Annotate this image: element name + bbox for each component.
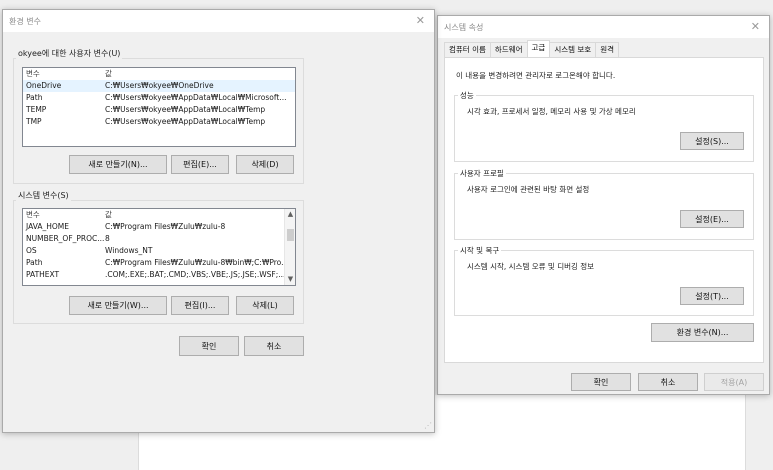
user-edit-button[interactable]: 편집(E)... — [171, 155, 229, 174]
close-icon[interactable]: ✕ — [751, 20, 760, 33]
user-profile-label: 사용자 프로필 — [458, 168, 506, 179]
variable-name: PATHEXT — [26, 270, 60, 279]
variable-value: .COM;.EXE;.BAT;.CMD;.VBS;.VBE;.JS;.JSE;.… — [105, 270, 286, 279]
environment-variables-window: 환경 변수 ✕ okyee에 대한 사용자 변수(U) 변수 값 OneDriv… — [2, 9, 435, 433]
system-variables-label: 시스템 변수(S) — [16, 190, 71, 201]
apply-button[interactable]: 적용(A) — [704, 373, 764, 391]
user-delete-button[interactable]: 삭제(D) — [236, 155, 294, 174]
table-row[interactable]: OneDrive C:₩Users₩okyee₩OneDrive — [23, 80, 295, 92]
variable-name: OneDrive — [26, 81, 62, 90]
system-variables-list[interactable]: 변수 값 JAVA_HOME C:₩Program Files₩Zulu₩zul… — [22, 208, 296, 286]
user-profile-settings-button[interactable]: 설정(E)... — [680, 210, 744, 228]
table-row[interactable]: NUMBER_OF_PROC... 8 — [23, 233, 295, 245]
startup-recovery-label: 시작 및 복구 — [458, 245, 502, 256]
variable-name: TEMP — [26, 105, 47, 114]
scrollbar-thumb[interactable] — [287, 229, 294, 241]
environment-variables-button[interactable]: 환경 변수(N)... — [651, 323, 754, 342]
ok-button[interactable]: 확인 — [571, 373, 631, 391]
tab-remote[interactable]: 원격 — [595, 42, 620, 57]
column-header-variable[interactable]: 변수 — [23, 68, 105, 80]
advanced-tab-pane: 이 내용을 변경하려면 관리자로 로그온해야 합니다. 성능 시각 효과, 프로… — [444, 57, 764, 363]
startup-recovery-settings-button[interactable]: 설정(T)... — [680, 287, 744, 305]
variable-value: C:₩Users₩okyee₩AppData₩Local₩Microsoft..… — [105, 93, 287, 102]
variable-value: 8 — [105, 234, 110, 243]
system-delete-button[interactable]: 삭제(L) — [236, 296, 294, 315]
vertical-scrollbar[interactable]: ▲ ▼ — [284, 209, 295, 285]
system-new-button[interactable]: 새로 만들기(W)... — [69, 296, 167, 315]
variable-value: C:₩Users₩okyee₩OneDrive — [105, 81, 214, 90]
list-header: 변수 값 — [23, 209, 295, 221]
variable-name: NUMBER_OF_PROC... — [26, 234, 105, 243]
variable-name: TMP — [26, 117, 42, 126]
variable-name: JAVA_HOME — [26, 222, 70, 231]
table-row[interactable]: TMP C:₩Users₩okyee₩AppData₩Local₩Temp — [23, 116, 295, 128]
table-row[interactable]: JAVA_HOME C:₩Program Files₩Zulu₩zulu-8 — [23, 221, 295, 233]
tab-bar: 컴퓨터 이름 하드웨어 고급 시스템 보호 원격 — [444, 40, 620, 57]
startup-recovery-group — [454, 250, 754, 316]
ok-button[interactable]: 확인 — [179, 336, 239, 356]
system-edit-button[interactable]: 편집(I)... — [171, 296, 229, 315]
cancel-button[interactable]: 취소 — [638, 373, 698, 391]
variable-value: C:₩Users₩okyee₩AppData₩Local₩Temp — [105, 105, 266, 114]
variable-value: Windows_NT — [105, 246, 153, 255]
system-properties-window: 시스템 속성 ✕ 컴퓨터 이름 하드웨어 고급 시스템 보호 원격 이 내용을 … — [437, 15, 770, 395]
performance-settings-button[interactable]: 설정(S)... — [680, 132, 744, 150]
table-row[interactable]: PATHEXT .COM;.EXE;.BAT;.CMD;.VBS;.VBE;.J… — [23, 269, 295, 281]
tab-hardware[interactable]: 하드웨어 — [489, 42, 528, 57]
user-new-button[interactable]: 새로 만들기(N)... — [69, 155, 167, 174]
performance-description: 시각 효과, 프로세서 일정, 메모리 사용 및 가상 메모리 — [467, 107, 636, 116]
variable-name: Path — [26, 93, 43, 102]
scroll-down-icon[interactable]: ▼ — [285, 274, 295, 285]
list-header: 변수 값 — [23, 68, 295, 80]
system-properties-titlebar[interactable]: 시스템 속성 — [438, 16, 769, 38]
variable-name: OS — [26, 246, 37, 255]
performance-label: 성능 — [458, 90, 476, 101]
scroll-up-icon[interactable]: ▲ — [285, 209, 295, 220]
column-header-value[interactable]: 값 — [105, 209, 290, 221]
column-header-value[interactable]: 값 — [105, 68, 290, 80]
table-row[interactable]: OS Windows_NT — [23, 245, 295, 257]
tab-advanced[interactable]: 고급 — [526, 40, 551, 57]
user-variables-label: okyee에 대한 사용자 변수(U) — [16, 48, 123, 59]
column-header-variable[interactable]: 변수 — [23, 209, 105, 221]
close-icon[interactable]: ✕ — [416, 14, 425, 27]
table-row[interactable]: TEMP C:₩Users₩okyee₩AppData₩Local₩Temp — [23, 104, 295, 116]
window-title: 시스템 속성 — [444, 22, 484, 32]
resize-grip-icon[interactable]: ⋰ — [424, 421, 432, 430]
table-row[interactable]: Path C:₩Program Files₩Zulu₩zulu-8₩bin₩;C… — [23, 257, 295, 269]
startup-recovery-description: 시스템 시작, 시스템 오류 및 디버깅 정보 — [467, 262, 595, 271]
tab-computer-name[interactable]: 컴퓨터 이름 — [444, 42, 491, 57]
user-variables-list[interactable]: 변수 값 OneDrive C:₩Users₩okyee₩OneDrive Pa… — [22, 67, 296, 147]
window-title: 환경 변수 — [9, 16, 41, 26]
cancel-button[interactable]: 취소 — [244, 336, 304, 356]
env-titlebar[interactable]: 환경 변수 — [3, 10, 434, 32]
variable-value: C:₩Program Files₩Zulu₩zulu-8₩bin₩;C:₩Pro… — [105, 258, 289, 267]
variable-name: Path — [26, 258, 43, 267]
user-profile-description: 사용자 로그인에 관련된 바탕 화면 설정 — [467, 185, 590, 194]
admin-note: 이 내용을 변경하려면 관리자로 로그온해야 합니다. — [456, 71, 616, 80]
variable-value: C:₩Users₩okyee₩AppData₩Local₩Temp — [105, 117, 266, 126]
table-row[interactable]: Path C:₩Users₩okyee₩AppData₩Local₩Micros… — [23, 92, 295, 104]
variable-value: C:₩Program Files₩Zulu₩zulu-8 — [105, 222, 226, 231]
tab-system-protection[interactable]: 시스템 보호 — [549, 42, 597, 57]
